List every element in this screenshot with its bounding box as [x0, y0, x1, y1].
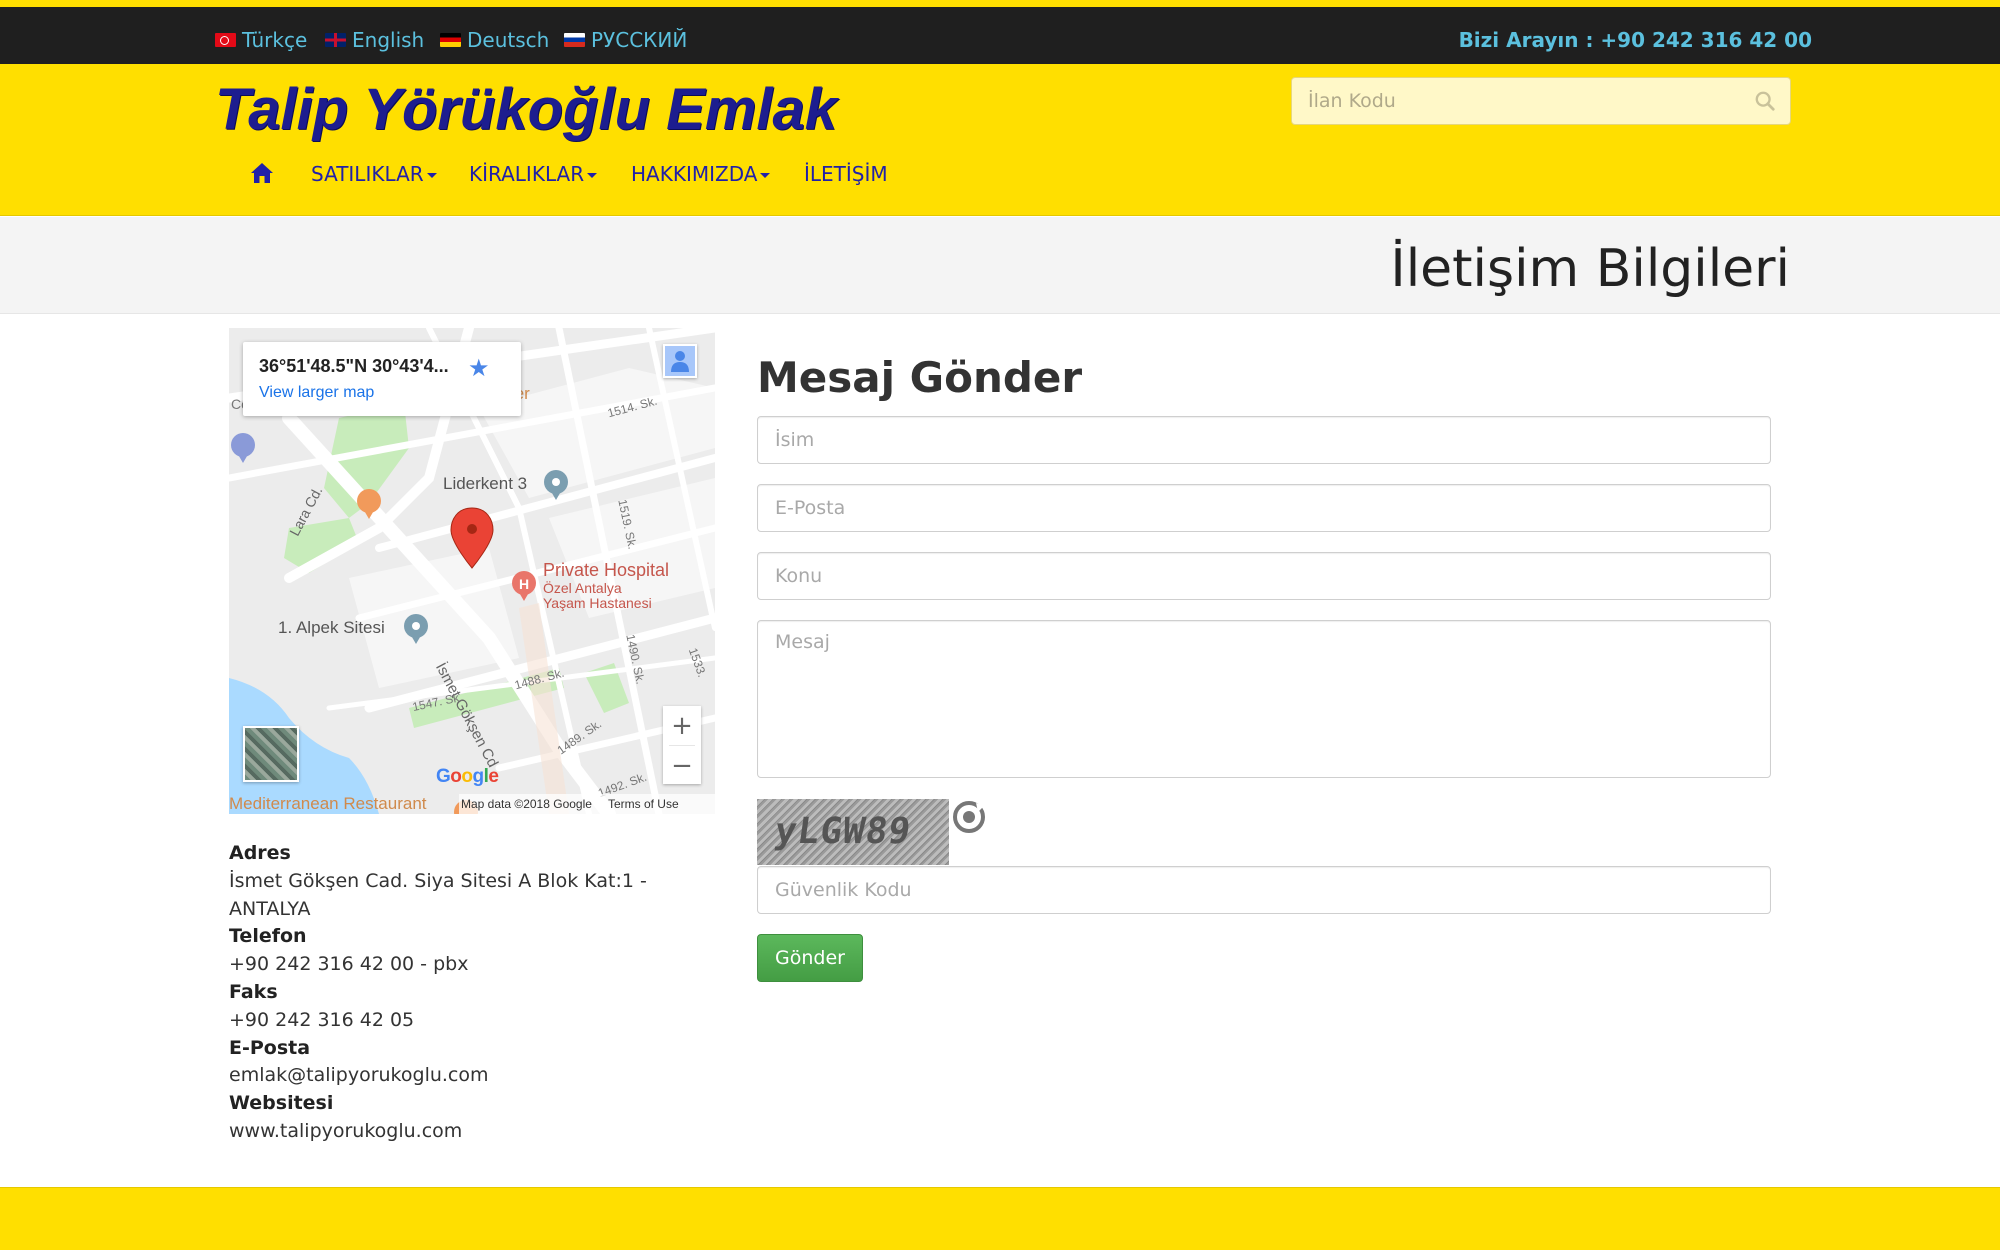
nav-item-iletisim[interactable]: İLETİŞİM	[804, 162, 888, 186]
nav-item-hakkimizda[interactable]: HAKKIMIZDA	[631, 162, 771, 186]
nav-label: HAKKIMIZDA	[631, 162, 758, 186]
email-input[interactable]	[758, 485, 1770, 531]
name-field-wrapper	[757, 416, 1771, 464]
lang-label: РУССКИЙ	[591, 28, 688, 52]
flag-ru-icon	[564, 33, 585, 47]
message-textarea[interactable]	[758, 621, 1770, 777]
phone-value: +90 242 316 42 00 - pbx	[229, 953, 469, 976]
map-label-alpek: 1. Alpek Sitesi	[278, 618, 385, 637]
lang-label: Deutsch	[467, 28, 550, 52]
lang-turkish-link[interactable]: Türkçe	[215, 28, 307, 52]
map-label-hospital-sub2: Yaşam Hastanesi	[543, 595, 652, 611]
map-zoom-controls: + −	[663, 706, 701, 784]
nav-label: SATILIKLAR	[311, 162, 424, 186]
map-info-card: 36°51'48.5"N 30°43'4... View larger map …	[243, 342, 521, 416]
caret-down-icon	[587, 173, 598, 178]
nav-label: KİRALIKLAR	[469, 162, 585, 186]
lang-label: English	[352, 28, 425, 52]
contact-info: Adres İsmet Gökşen Cad. Siya Sitesi A Bl…	[229, 840, 669, 1146]
caret-down-icon	[426, 173, 437, 178]
listing-code-input[interactable]	[1292, 78, 1790, 124]
page-title-band: İletişim Bilgileri	[0, 217, 2000, 314]
satellite-view-toggle[interactable]	[243, 726, 299, 782]
zoom-in-button[interactable]: +	[663, 706, 701, 745]
map-label-hospital: Private Hospital	[543, 560, 670, 580]
site-footer	[0, 1187, 2000, 1250]
email-field-wrapper	[757, 484, 1771, 532]
captcha-image: yLGW89	[757, 799, 949, 865]
address-value: İsmet Gökşen Cad. Siya Sitesi A Blok Kat…	[229, 869, 647, 920]
home-icon[interactable]	[250, 161, 274, 185]
listing-code-search	[1291, 77, 1791, 125]
map-coordinates: 36°51'48.5"N 30°43'4...	[259, 356, 449, 376]
search-icon[interactable]	[1754, 90, 1776, 112]
lang-russian-link[interactable]: РУССКИЙ	[564, 28, 687, 52]
refresh-captcha-icon[interactable]	[952, 800, 986, 834]
phone-label: Telefon	[229, 925, 307, 948]
address-label: Adres	[229, 842, 291, 864]
lang-english-link[interactable]: English	[325, 28, 424, 52]
send-button[interactable]: Gönder	[757, 934, 863, 982]
map-terms-link[interactable]: Terms of Use	[608, 797, 679, 811]
lang-german-link[interactable]: Deutsch	[440, 28, 549, 52]
email-value: emlak@talipyorukoglu.com	[229, 1064, 489, 1087]
nav-label: İLETİŞİM	[804, 162, 888, 186]
flag-de-icon	[440, 33, 461, 47]
svg-text:H: H	[519, 576, 529, 592]
zoom-out-button[interactable]: −	[663, 746, 701, 785]
nav-item-kiraliklar[interactable]: KİRALIKLAR	[469, 162, 598, 186]
message-field-wrapper	[757, 620, 1771, 778]
lang-label: Türkçe	[242, 28, 308, 52]
google-map[interactable]: H Liderkent 3 Private Hospital Özel Anta…	[229, 328, 715, 814]
google-logo: Google	[436, 766, 499, 787]
top-accent-line	[0, 0, 2000, 7]
name-input[interactable]	[758, 417, 1770, 463]
street-view-pegman-icon[interactable]	[663, 344, 697, 378]
fax-label: Faks	[229, 980, 278, 1003]
save-star-icon[interactable]: ★	[468, 354, 490, 382]
site-header: Talip Yörükoğlu Emlak SATILIKLAR KİRALIK…	[0, 64, 2000, 216]
subject-field-wrapper	[757, 552, 1771, 600]
flag-tr-icon	[215, 33, 236, 47]
view-larger-map-link[interactable]: View larger map	[259, 384, 374, 402]
email-label: E-Posta	[229, 1036, 311, 1059]
security-code-input[interactable]	[758, 867, 1770, 913]
fax-value: +90 242 316 42 05	[229, 1008, 415, 1031]
caret-down-icon	[760, 173, 771, 178]
website-value: www.talipyorukoglu.com	[229, 1119, 463, 1142]
send-message-heading: Mesaj Gönder	[757, 353, 1083, 402]
top-bar: Türkçe English Deutsch РУССКИЙ Bizi Aray…	[0, 7, 2000, 64]
map-data-attribution: Map data ©2018 Google	[461, 797, 592, 811]
flag-gb-icon	[325, 33, 346, 47]
site-logo[interactable]: Talip Yörükoğlu Emlak	[215, 76, 837, 143]
map-label-hospital-sub1: Özel Antalya	[543, 580, 622, 596]
map-label-liderkent: Liderkent 3	[443, 474, 528, 493]
security-code-field-wrapper	[757, 866, 1771, 914]
map-label-restaurant: Mediterranean Restaurant	[229, 794, 427, 813]
call-us-phone[interactable]: Bizi Arayın : +90 242 316 42 00	[1459, 28, 1812, 52]
map-footer: Map data ©2018 Google Terms of Use	[459, 794, 715, 814]
page-title: İletişim Bilgileri	[1390, 239, 1790, 299]
website-label: Websitesi	[229, 1092, 334, 1115]
subject-input[interactable]	[758, 553, 1770, 599]
nav-item-satiliklar[interactable]: SATILIKLAR	[311, 162, 437, 186]
captcha-text: yLGW89	[772, 811, 914, 852]
